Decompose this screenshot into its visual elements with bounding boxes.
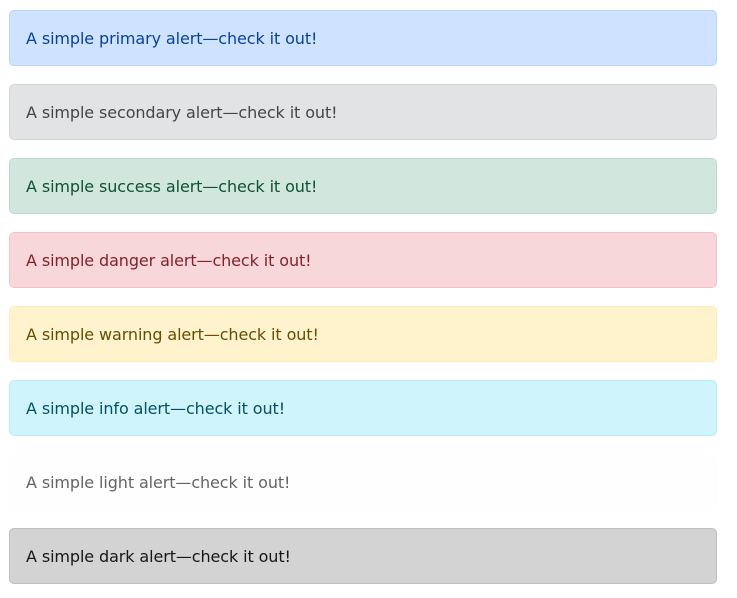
secondary-alert: A simple secondary alert—check it out! bbox=[9, 84, 717, 140]
danger-alert: A simple danger alert—check it out! bbox=[9, 232, 717, 288]
warning-alert-text: A simple warning alert—check it out! bbox=[26, 324, 319, 344]
light-alert-text: A simple light alert—check it out! bbox=[26, 472, 291, 492]
dark-alert: A simple dark alert—check it out! bbox=[9, 528, 717, 584]
primary-alert-text: A simple primary alert—check it out! bbox=[26, 28, 318, 48]
primary-alert: A simple primary alert—check it out! bbox=[9, 10, 717, 66]
secondary-alert-text: A simple secondary alert—check it out! bbox=[26, 102, 338, 122]
success-alert: A simple success alert—check it out! bbox=[9, 158, 717, 214]
warning-alert: A simple warning alert—check it out! bbox=[9, 306, 717, 362]
light-alert: A simple light alert—check it out! bbox=[9, 454, 717, 510]
danger-alert-text: A simple danger alert—check it out! bbox=[26, 250, 312, 270]
info-alert: A simple info alert—check it out! bbox=[9, 380, 717, 436]
dark-alert-text: A simple dark alert—check it out! bbox=[26, 546, 291, 566]
info-alert-text: A simple info alert—check it out! bbox=[26, 398, 286, 418]
alerts-list: A simple primary alert—check it out! A s… bbox=[0, 0, 737, 598]
success-alert-text: A simple success alert—check it out! bbox=[26, 176, 318, 196]
